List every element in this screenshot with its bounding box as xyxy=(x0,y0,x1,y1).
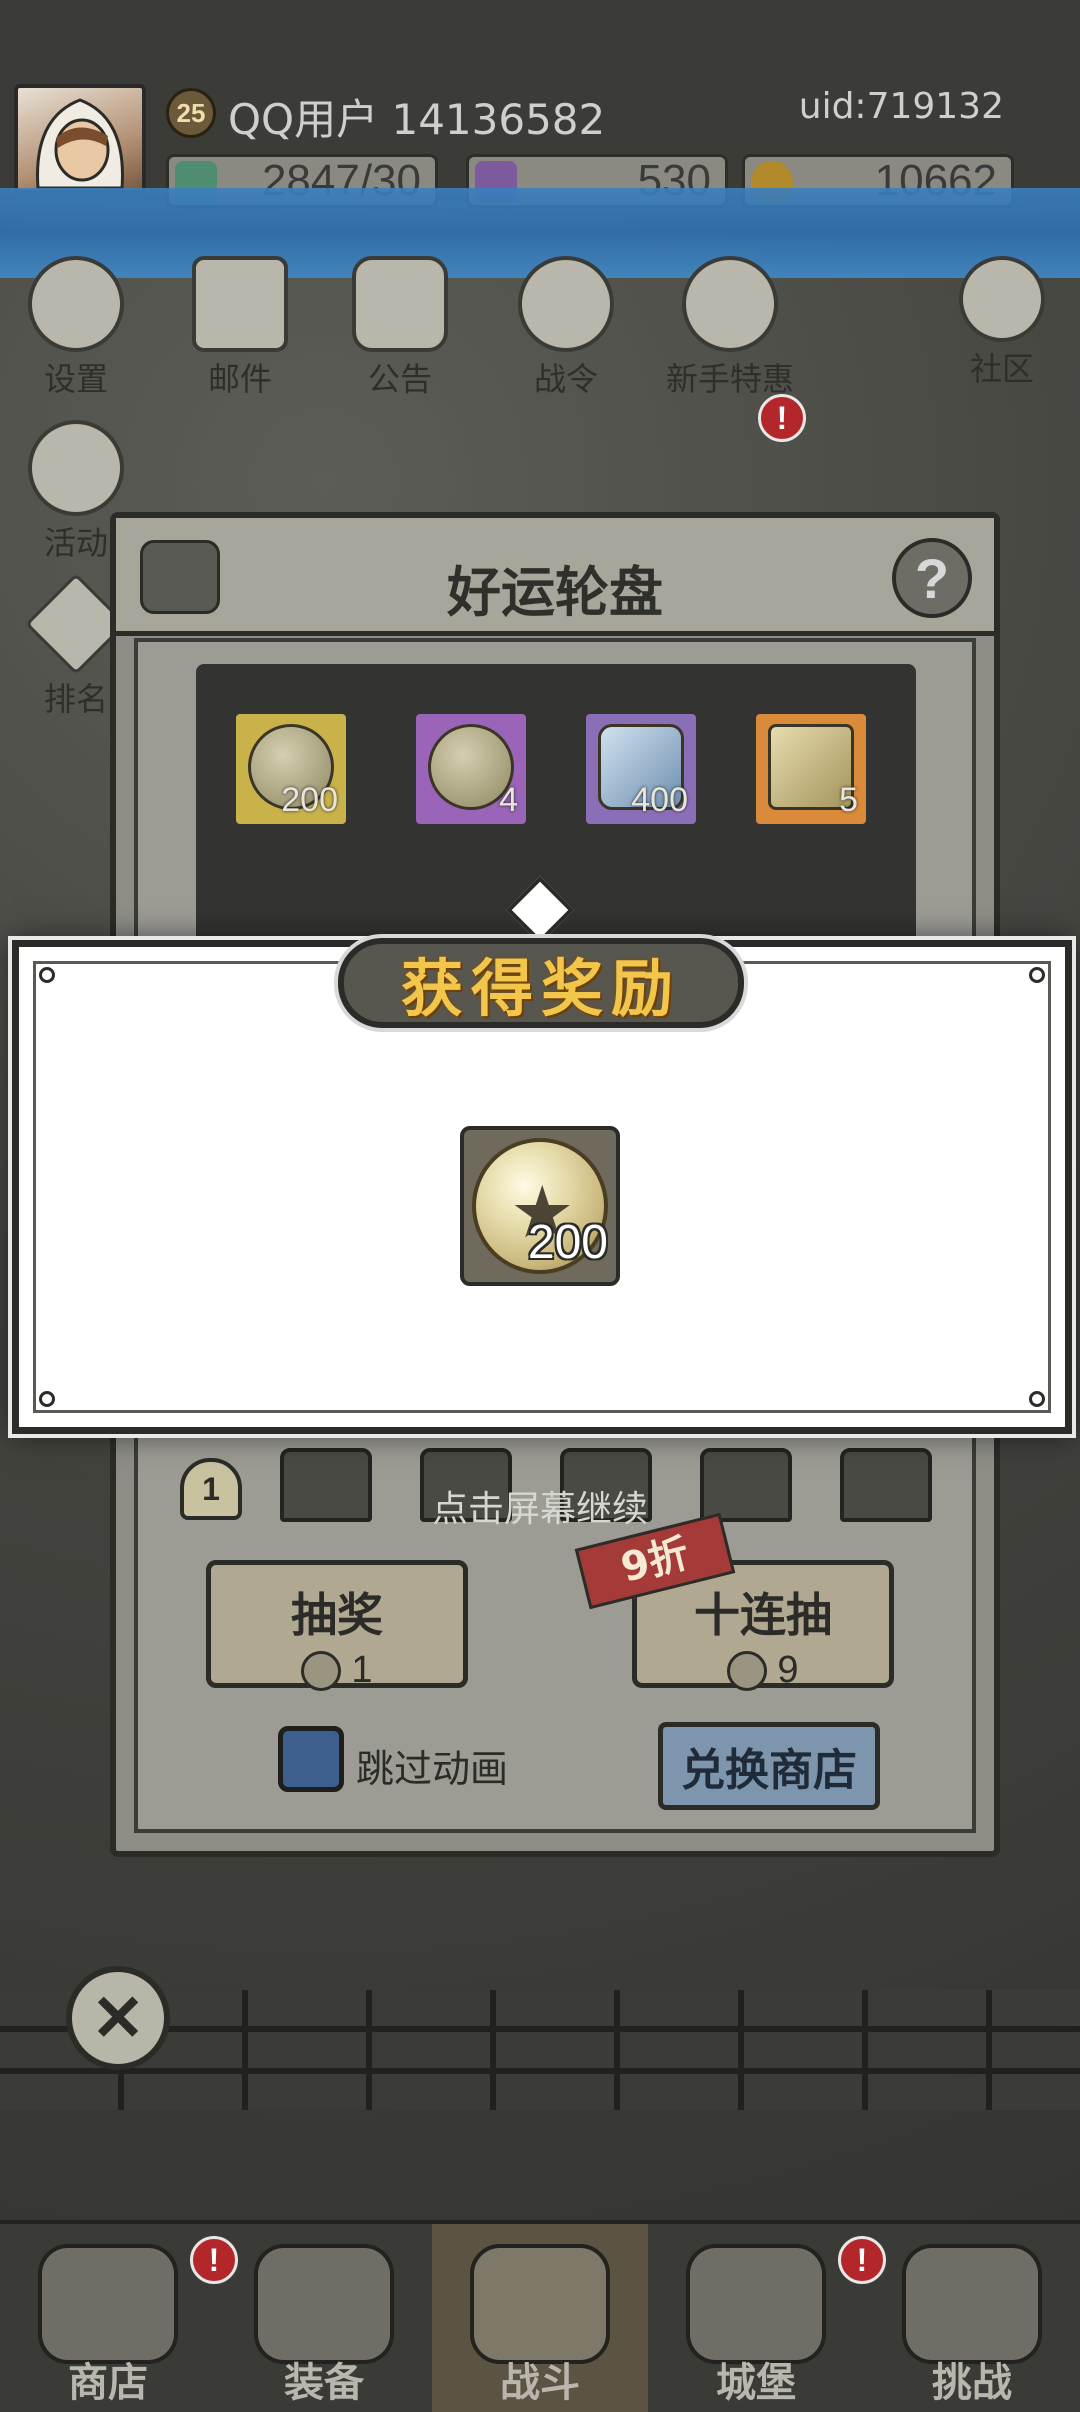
notification-badge: ! xyxy=(758,394,806,442)
bottom-nav: 商店 装备 战斗 城堡 挑战 xyxy=(0,2220,1080,2412)
scroll-icon xyxy=(352,256,448,352)
avatar[interactable] xyxy=(14,84,146,194)
panel-title: 好运轮盘 xyxy=(447,560,663,624)
skip-animation-checkbox[interactable] xyxy=(278,1726,344,1792)
gear-icon xyxy=(28,256,124,352)
gift-bag-icon xyxy=(682,256,778,352)
reward-title-ribbon: 获得奖励 xyxy=(338,938,744,1028)
shop-notification-badge: ! xyxy=(190,2236,238,2284)
corner-rivet xyxy=(39,967,55,983)
prize-slot: 400 xyxy=(586,714,696,824)
battle-pass-icon xyxy=(518,256,614,352)
mail-icon xyxy=(192,256,288,352)
prize-count: 4 xyxy=(499,781,518,819)
reward-title: 获得奖励 xyxy=(400,952,681,1025)
draw-cost-value: 1 xyxy=(351,1649,373,1691)
community-label: 社区 xyxy=(969,350,1034,388)
hooded-character-icon xyxy=(36,98,124,190)
nav-battle[interactable]: 战斗 xyxy=(432,2224,648,2412)
prize-slot: 4 xyxy=(416,714,526,824)
prize-count: 400 xyxy=(631,781,688,819)
nav-castle[interactable]: 城堡 xyxy=(648,2224,864,2412)
draw-button[interactable]: 抽奖 1 xyxy=(206,1560,468,1691)
community-button[interactable]: 社区 xyxy=(942,256,1062,390)
nav-castle-label: 城堡 xyxy=(716,2360,796,2406)
castle-icon xyxy=(686,2244,826,2364)
ten-draw-cost-value: 9 xyxy=(777,1649,799,1691)
close-button[interactable]: ✕ xyxy=(66,1966,170,2070)
battle-pass-label: 战令 xyxy=(533,360,598,398)
exchange-shop-button[interactable]: 兑换商店 xyxy=(658,1722,880,1810)
reward-item[interactable]: ★ 200 xyxy=(460,1126,620,1286)
skip-animation-label[interactable]: 跳过动画 xyxy=(356,1738,508,1793)
crossed-swords-icon xyxy=(470,2244,610,2364)
nav-equipment[interactable]: 装备 xyxy=(216,2224,432,2412)
battle-pass-button[interactable]: 战令 xyxy=(506,256,626,400)
nav-equipment-label: 装备 xyxy=(284,2360,364,2406)
notice-button[interactable]: 公告 xyxy=(340,256,460,400)
newbie-offer-button[interactable]: 新手特惠 xyxy=(660,256,800,400)
corner-rivet xyxy=(1029,967,1045,983)
backpack-icon xyxy=(254,2244,394,2364)
ten-draw-button-label: 十连抽 xyxy=(694,1588,832,1642)
nav-challenge-label: 挑战 xyxy=(932,2360,1012,2406)
prize-count: 5 xyxy=(839,781,858,819)
castle-notification-badge: ! xyxy=(838,2236,886,2284)
draw-cost: 1 xyxy=(211,1649,463,1692)
prize-slot: 5 xyxy=(756,714,866,824)
home-icon xyxy=(959,256,1045,342)
top-bar: 25 QQ用户 14136582 uid:719132 2847/30 530 … xyxy=(0,0,1080,208)
help-button[interactable]: ? xyxy=(892,538,972,618)
ten-draw-cost: 9 xyxy=(637,1649,889,1692)
settings-button[interactable]: 设置 xyxy=(16,256,136,400)
username: QQ用户 14136582 xyxy=(228,95,606,144)
wreath-icon xyxy=(28,420,124,516)
prize-slot: 200 xyxy=(236,714,346,824)
nav-shop-label: 商店 xyxy=(68,2360,148,2406)
notice-label: 公告 xyxy=(367,360,432,398)
shop-hut-icon xyxy=(38,2244,178,2364)
panel-header: 好运轮盘 ? xyxy=(116,518,994,636)
settings-label: 设置 xyxy=(43,360,108,398)
reward-count: 200 xyxy=(527,1216,608,1269)
corner-rivet xyxy=(39,1391,55,1407)
corner-rivet xyxy=(1029,1391,1045,1407)
mail-button[interactable]: 邮件 xyxy=(180,256,300,400)
coin-icon xyxy=(301,1650,342,1691)
mail-label: 邮件 xyxy=(207,360,272,398)
nav-shop[interactable]: 商店 xyxy=(0,2224,216,2412)
nav-challenge[interactable]: 挑战 xyxy=(864,2224,1080,2412)
uid-label: uid:719132 xyxy=(798,86,1004,127)
prize-count: 200 xyxy=(281,781,338,819)
level-badge: 25 xyxy=(166,88,216,138)
nav-battle-label: 战斗 xyxy=(500,2360,580,2406)
coin-icon xyxy=(727,1650,768,1691)
tap-to-continue-hint: 点击屏幕继续 xyxy=(431,1489,648,1530)
draw-button-label: 抽奖 xyxy=(291,1588,383,1642)
shield-icon xyxy=(902,2244,1042,2364)
